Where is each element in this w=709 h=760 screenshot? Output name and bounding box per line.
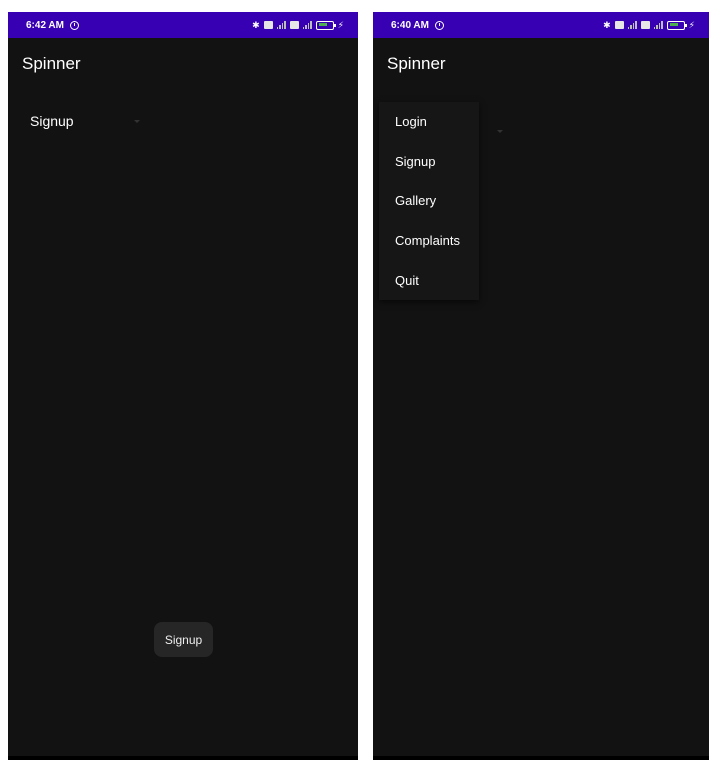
status-right: ✱ ⚡ — [252, 20, 344, 31]
sim-icon — [640, 21, 650, 29]
signal-icon — [627, 21, 637, 29]
app-title: Spinner — [22, 54, 81, 73]
screenshot-comparison: 6:42 AM ✱ ⚡ Spinner Signup Signup 6:40 A… — [0, 0, 709, 760]
signal-icon — [653, 21, 663, 29]
status-bar: 6:40 AM ✱ ⚡ — [373, 12, 709, 38]
toast-message: Signup — [154, 622, 213, 657]
dropdown-item-gallery[interactable]: Gallery — [379, 181, 479, 221]
spinner[interactable]: Signup — [30, 112, 140, 130]
status-right: ✱ ⚡ — [603, 20, 695, 31]
spinner-selected-value: Signup — [30, 113, 74, 129]
dropdown-item-complaints[interactable]: Complaints — [379, 221, 479, 261]
signal-icon — [302, 21, 312, 29]
status-left: 6:40 AM — [391, 20, 444, 31]
alarm-icon — [434, 20, 444, 30]
charging-icon: ⚡ — [337, 19, 344, 30]
right-phone-screen: 6:40 AM ✱ ⚡ Spinner Login Signup Gallery… — [373, 12, 709, 760]
navigation-bar — [8, 756, 358, 760]
sim-icon — [263, 21, 273, 29]
dropdown-item-signup[interactable]: Signup — [379, 142, 479, 182]
dropdown-item-login[interactable]: Login — [379, 102, 479, 142]
signal-icon — [276, 21, 286, 29]
status-bar: 6:42 AM ✱ ⚡ — [8, 12, 358, 38]
status-time: 6:42 AM — [26, 19, 64, 31]
dropdown-arrow-icon — [497, 130, 503, 133]
alarm-icon — [69, 20, 79, 30]
sim-icon — [289, 21, 299, 29]
battery-icon — [315, 20, 336, 30]
status-left: 6:42 AM — [26, 20, 79, 31]
charging-icon: ⚡ — [688, 19, 695, 30]
app-title: Spinner — [387, 54, 446, 73]
left-phone-screen: 6:42 AM ✱ ⚡ Spinner Signup Signup — [8, 12, 358, 760]
sim-icon — [614, 21, 624, 29]
dropdown-item-quit[interactable]: Quit — [379, 260, 479, 300]
navigation-bar — [373, 756, 709, 760]
spinner-dropdown-list: Login Signup Gallery Complaints Quit — [379, 102, 479, 300]
battery-icon — [666, 20, 687, 30]
bluetooth-icon: ✱ — [252, 19, 260, 30]
bluetooth-icon: ✱ — [603, 19, 611, 30]
dropdown-arrow-icon — [134, 119, 140, 123]
status-time: 6:40 AM — [391, 19, 429, 31]
